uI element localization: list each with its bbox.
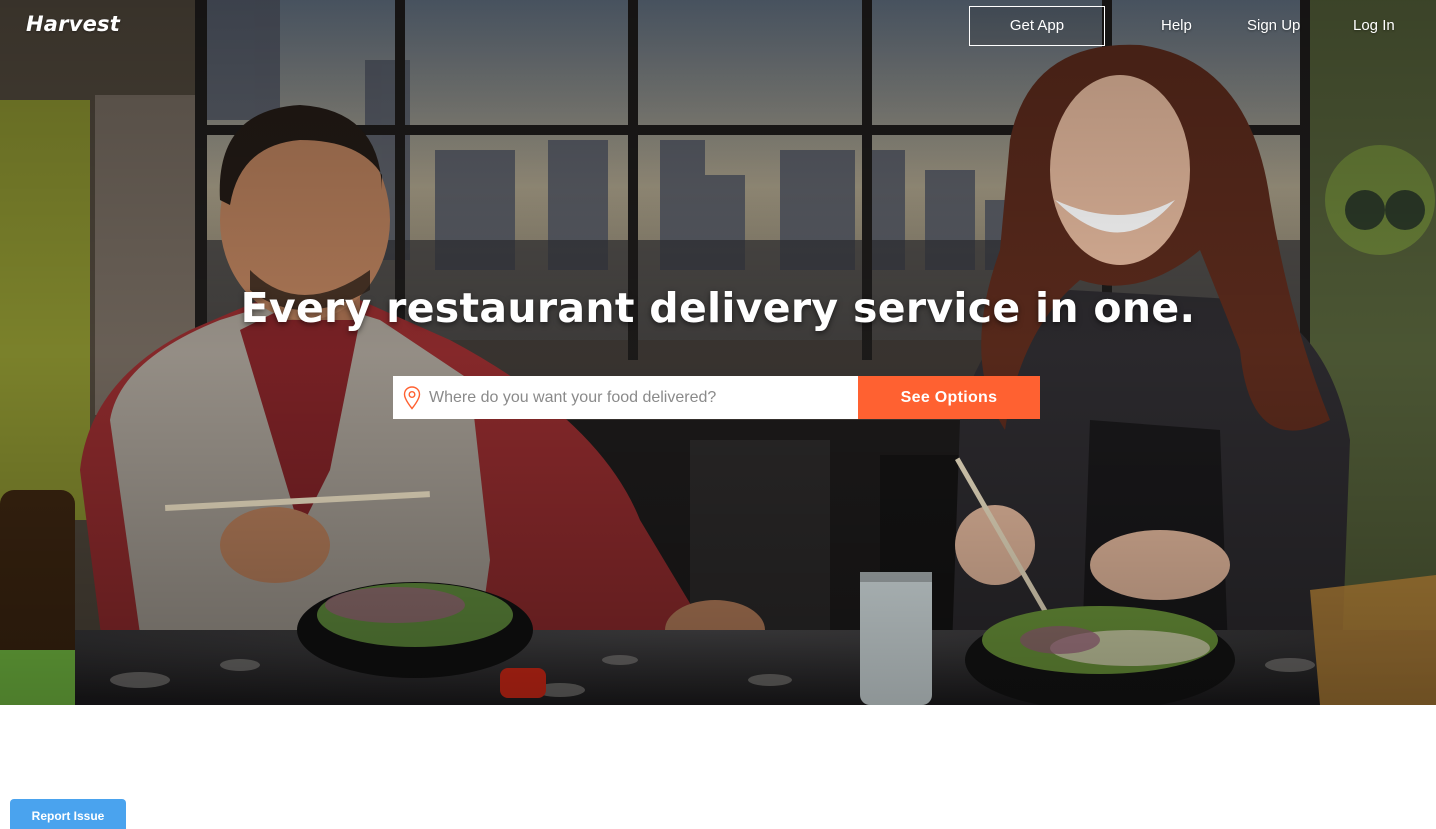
log-in-link[interactable]: Log In — [1353, 17, 1395, 34]
landing-page: Harvest Get App Help Sign Up Log In Ever… — [0, 0, 1436, 829]
harvest-logo[interactable]: Harvest — [26, 12, 120, 36]
hero-section: Harvest Get App Help Sign Up Log In Ever… — [0, 0, 1436, 705]
help-link[interactable]: Help — [1161, 17, 1192, 34]
hero-photo — [0, 0, 1436, 705]
get-app-button[interactable]: Get App — [969, 6, 1105, 46]
hero-headline: Every restaurant delivery service in one… — [240, 284, 1196, 332]
map-pin-icon — [403, 386, 421, 410]
address-search-input[interactable] — [429, 376, 849, 419]
sign-up-link[interactable]: Sign Up — [1247, 17, 1300, 34]
address-search-box[interactable] — [393, 376, 858, 419]
see-options-button[interactable]: See Options — [858, 376, 1040, 419]
report-issue-button[interactable]: Report Issue — [10, 799, 126, 829]
